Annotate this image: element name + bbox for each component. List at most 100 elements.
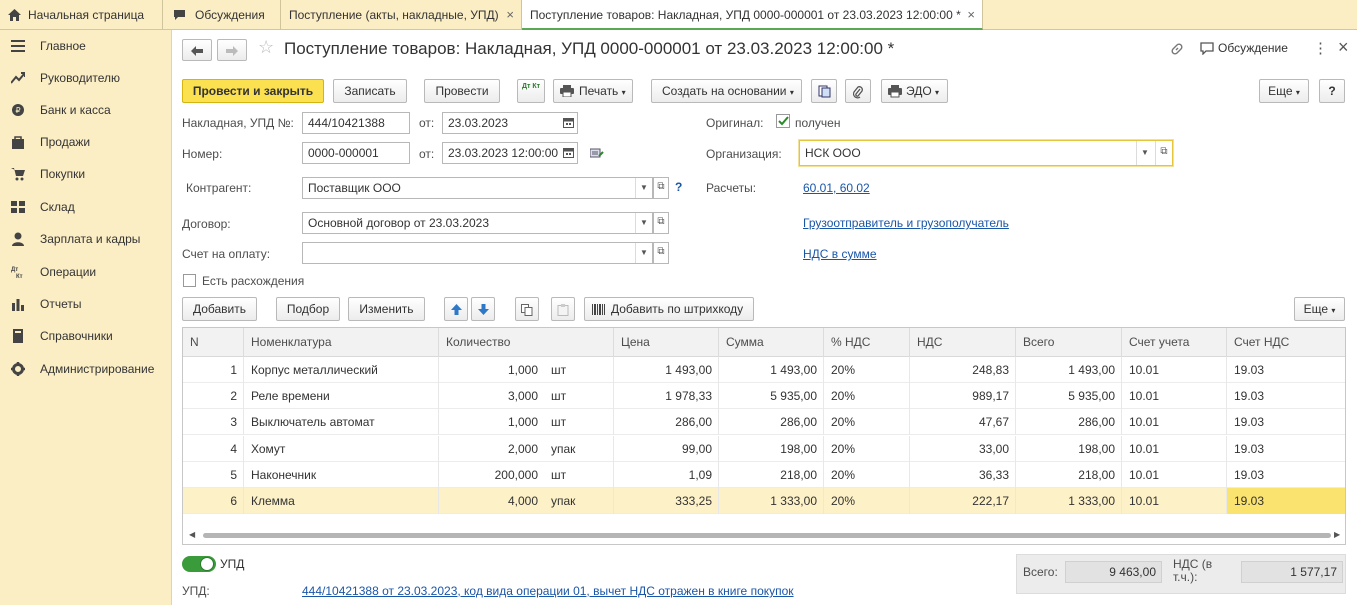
vat-in-sum-link[interactable]: НДС в сумме	[803, 247, 877, 261]
column-header-sum[interactable]: Сумма	[719, 328, 824, 357]
cell-vat-account[interactable]: 19.03	[1227, 383, 1345, 409]
column-header-total[interactable]: Всего	[1016, 328, 1122, 357]
cell-sum[interactable]: 1 333,00	[719, 488, 824, 514]
number-field[interactable]: 0000-000001	[302, 142, 410, 164]
calendar-icon[interactable]	[563, 147, 574, 158]
cell-account[interactable]: 10.01	[1122, 409, 1227, 436]
table-row[interactable]: 5 Наконечник 200,000 шт 1,09 218,00 20% 36,33 21…	[183, 461, 1345, 488]
cell-vat-rate[interactable]: 20%	[824, 461, 910, 488]
cell-vat[interactable]: 248,83	[910, 357, 1016, 383]
cell-unit[interactable]: шт	[544, 409, 614, 436]
cell-vat-account[interactable]: 19.03	[1227, 488, 1345, 514]
cell-account[interactable]: 10.01	[1122, 488, 1227, 514]
cell-sum[interactable]: 198,00	[719, 435, 824, 462]
cell-item[interactable]: Хомут	[244, 435, 439, 462]
move-up-button[interactable]	[444, 297, 468, 321]
move-down-button[interactable]	[471, 297, 495, 321]
forward-button[interactable]	[217, 39, 247, 61]
cell-item[interactable]: Наконечник	[244, 461, 439, 488]
structure-button[interactable]	[811, 79, 837, 103]
table-more-button[interactable]: Еще ▾	[1294, 297, 1345, 321]
help-icon[interactable]: ?	[675, 180, 682, 194]
open-counterparty-button[interactable]: ⧉	[653, 177, 669, 199]
cell-total[interactable]: 198,00	[1016, 435, 1122, 462]
edit-button[interactable]: Изменить	[348, 297, 425, 321]
open-contract-button[interactable]: ⧉	[653, 212, 669, 234]
column-header-vat-account[interactable]: Счет НДС	[1227, 328, 1345, 357]
calendar-icon[interactable]	[563, 117, 574, 128]
open-organization-icon[interactable]: ⧉	[1155, 141, 1172, 165]
dropdown-arrow-icon[interactable]: ▼	[635, 243, 652, 263]
number-date-field[interactable]: 23.03.2023 12:00:00	[442, 142, 578, 164]
cell-item[interactable]: Реле времени	[244, 383, 439, 410]
cell-vat[interactable]: 47,67	[910, 409, 1016, 436]
cell-item[interactable]: Корпус металлический	[244, 357, 439, 383]
cell-quantity[interactable]: 2,000	[439, 436, 544, 462]
close-icon[interactable]: ×	[1338, 37, 1349, 58]
cell-quantity[interactable]: 200,000	[439, 462, 544, 488]
organization-field[interactable]: НСК ООО ▼ ⧉	[799, 140, 1173, 166]
add-row-button[interactable]: Добавить	[182, 297, 257, 321]
back-button[interactable]	[182, 39, 212, 61]
cell-quantity[interactable]: 4,000	[439, 488, 544, 514]
cell-account[interactable]: 10.01	[1122, 435, 1227, 462]
cell-n[interactable]: 5	[183, 461, 244, 488]
cell-n[interactable]: 2	[183, 383, 244, 410]
cell-quantity[interactable]: 3,000	[439, 383, 544, 409]
table-row[interactable]: 6 Клемма 4,000 упак 333,25 1 333,00 20% 222,17 1…	[183, 488, 1345, 514]
cell-price[interactable]: 333,25	[614, 488, 719, 514]
sidebar-item-reports[interactable]: Отчеты	[0, 288, 172, 320]
upd-link[interactable]: 444/10421388 от 23.03.2023, код вида опе…	[302, 584, 794, 598]
cell-unit[interactable]: шт	[544, 383, 614, 410]
dropdown-arrow-icon[interactable]: ▼	[635, 178, 652, 198]
help-button[interactable]: ?	[1319, 79, 1345, 103]
cell-vat[interactable]: 989,17	[910, 383, 1016, 410]
cell-vat-rate[interactable]: 20%	[824, 357, 910, 383]
dt-kt-button[interactable]: Дт Кт	[517, 79, 545, 103]
attachments-button[interactable]	[845, 79, 871, 103]
cell-total[interactable]: 1 333,00	[1016, 488, 1122, 514]
column-header-item[interactable]: Номенклатура	[244, 328, 439, 357]
column-header-n[interactable]: N	[183, 328, 244, 357]
cell-account[interactable]: 10.01	[1122, 461, 1227, 488]
paste-row-button[interactable]	[551, 297, 575, 321]
sidebar-item-catalogs[interactable]: Справочники	[0, 320, 172, 352]
cell-sum[interactable]: 218,00	[719, 461, 824, 488]
column-header-vat[interactable]: НДС	[910, 328, 1016, 357]
edo-button[interactable]: ЭДО ▾	[881, 79, 948, 103]
cell-price[interactable]: 99,00	[614, 435, 719, 462]
original-checkbox[interactable]	[776, 114, 790, 128]
cell-n[interactable]: 3	[183, 409, 244, 436]
cell-price[interactable]: 1,09	[614, 461, 719, 488]
column-header-quantity[interactable]: Количество	[439, 328, 614, 357]
cell-unit[interactable]: шт	[544, 461, 614, 488]
tab-discussions[interactable]: Обсуждения	[163, 0, 281, 30]
cell-vat-account[interactable]: 19.03	[1227, 357, 1345, 383]
tab-close-icon[interactable]: ×	[506, 0, 514, 30]
cell-vat[interactable]: 36,33	[910, 461, 1016, 488]
sidebar-item-warehouse[interactable]: Склад	[0, 191, 172, 223]
cell-unit[interactable]: упак	[544, 435, 614, 462]
cell-sum[interactable]: 5 935,00	[719, 383, 824, 410]
post-button[interactable]: Провести	[424, 79, 500, 103]
cell-price[interactable]: 1 493,00	[614, 357, 719, 383]
cell-total[interactable]: 218,00	[1016, 461, 1122, 488]
cell-quantity[interactable]: 1,000	[439, 409, 544, 435]
dropdown-arrow-icon[interactable]: ▼	[1136, 141, 1153, 165]
print-button[interactable]: Печать ▾	[553, 79, 633, 103]
cell-price[interactable]: 286,00	[614, 409, 719, 436]
shipper-consignee-link[interactable]: Грузоотправитель и грузополучатель	[803, 216, 1009, 230]
post-and-close-button[interactable]: Провести и закрыть	[182, 79, 324, 103]
discrepancy-checkbox[interactable]	[183, 274, 196, 287]
tab-close-icon[interactable]: ×	[967, 0, 975, 28]
payment-invoice-field[interactable]: ▼	[302, 242, 653, 264]
open-payment-invoice-button[interactable]: ⧉	[653, 242, 669, 264]
cell-vat-rate[interactable]: 20%	[824, 488, 910, 514]
sidebar-item-admin[interactable]: Администрирование	[0, 353, 172, 385]
cell-vat-account[interactable]: 19.03	[1227, 436, 1345, 462]
add-by-barcode-button[interactable]: Добавить по штрихкоду	[584, 297, 754, 321]
cell-n[interactable]: 6	[183, 488, 244, 514]
pick-button[interactable]: Подбор	[276, 297, 340, 321]
column-header-account[interactable]: Счет учета	[1122, 328, 1227, 357]
sidebar-item-purchases[interactable]: Покупки	[0, 158, 172, 190]
